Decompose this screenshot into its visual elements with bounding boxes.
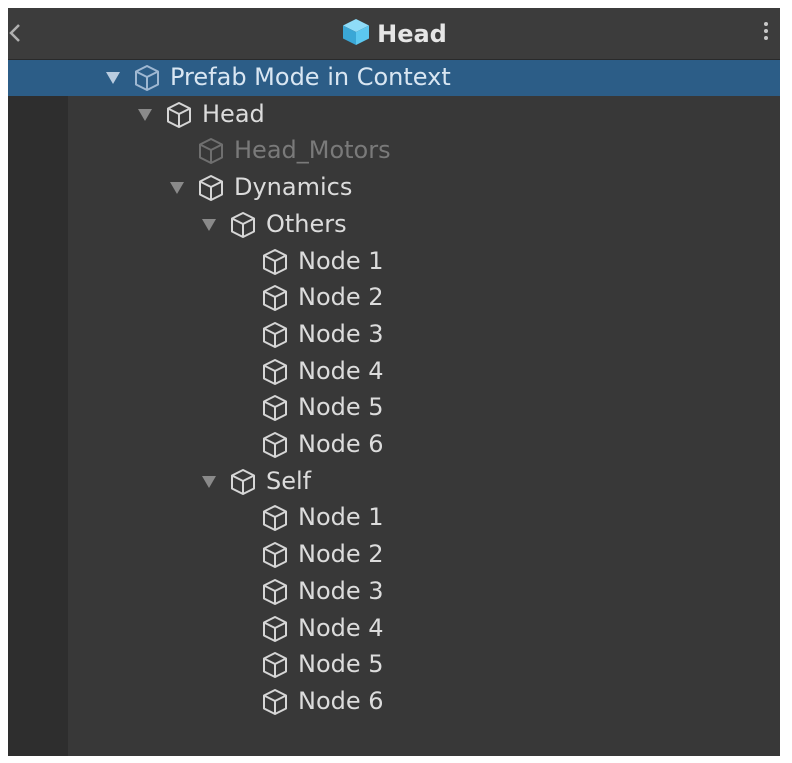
prefab-header-bar: Head <box>8 8 780 60</box>
cube-outline-icon <box>261 541 289 569</box>
tree-item-label: Node 5 <box>298 393 384 422</box>
cube-outline-icon <box>133 64 161 92</box>
tree-item[interactable]: Node 6 <box>8 684 780 720</box>
tree-item[interactable]: Dynamics <box>8 170 780 206</box>
tree-item[interactable]: Node 3 <box>8 317 780 353</box>
cube-outline-icon <box>261 504 289 532</box>
cube-outline-icon <box>261 248 289 276</box>
cube-outline-icon <box>261 578 289 606</box>
tree-item-label: Node 2 <box>298 283 384 312</box>
cube-outline-icon <box>261 284 289 312</box>
cube-outline-icon <box>229 468 257 496</box>
tree-item-label: Node 3 <box>298 319 384 348</box>
cube-outline-icon <box>261 394 289 422</box>
tree-item-label: Node 1 <box>298 503 384 532</box>
tree-item[interactable]: Node 3 <box>8 574 780 610</box>
tree-item-label: Head_Motors <box>234 136 391 165</box>
tree-item[interactable]: Self <box>8 464 780 500</box>
tree-item-label: Node 4 <box>298 356 384 385</box>
prefab-cube-icon <box>341 17 371 51</box>
cube-outline-icon <box>261 615 289 643</box>
expand-arrow-icon[interactable] <box>106 72 120 84</box>
cube-outline-icon <box>261 651 289 679</box>
tree-item[interactable]: Head <box>8 97 780 133</box>
cube-outline-icon <box>261 431 289 459</box>
header-title-group: Head <box>8 8 780 59</box>
tree-item-label: Head <box>202 99 265 128</box>
tree-item[interactable]: Node 5 <box>8 647 780 683</box>
tree-item[interactable]: Node 1 <box>8 500 780 536</box>
tree-item-label: Node 4 <box>298 613 384 642</box>
expand-arrow-icon[interactable] <box>170 182 184 195</box>
tree-item-label: Dynamics <box>234 173 353 202</box>
hierarchy-panel: Head Prefab Mode in Context Head Head_Moto… <box>8 8 780 756</box>
tree-item[interactable]: Node 4 <box>8 354 780 390</box>
tree-item[interactable]: Node 5 <box>8 390 780 426</box>
tree-item-label: Node 5 <box>298 650 384 679</box>
cube-outline-icon <box>261 688 289 716</box>
tree-item-label: Node 6 <box>298 686 384 715</box>
tree-item-label: Node 6 <box>298 430 384 458</box>
tree-item-label: Node 3 <box>298 576 384 605</box>
expand-arrow-icon[interactable] <box>138 108 152 121</box>
cube-outline-icon <box>261 358 289 386</box>
tree-item[interactable]: Node 1 <box>8 244 780 280</box>
page-title: Head <box>377 19 447 48</box>
tree-item[interactable]: Head_Motors <box>8 133 780 169</box>
tree-item-label: Self <box>266 466 312 495</box>
tree-item[interactable]: Node 4 <box>8 611 780 647</box>
expand-arrow-icon[interactable] <box>202 475 216 488</box>
cube-outline-icon <box>197 174 225 202</box>
hierarchy-tree: Prefab Mode in Context Head Head_Motors Dyn… <box>8 60 780 756</box>
tree-item[interactable]: Node 2 <box>8 280 780 316</box>
tree-item-label: Others <box>266 209 347 238</box>
cube-outline-icon <box>197 137 225 165</box>
tree-item[interactable]: Prefab Mode in Context <box>8 60 780 96</box>
tree-item[interactable]: Node 6 <box>8 427 780 463</box>
tree-item-label: Node 1 <box>298 246 384 275</box>
tree-item[interactable]: Others <box>8 207 780 243</box>
tree-item-label: Prefab Mode in Context <box>170 63 451 91</box>
cube-outline-icon <box>261 321 289 349</box>
expand-arrow-icon[interactable] <box>202 218 216 231</box>
kebab-menu-icon[interactable] <box>762 22 770 46</box>
tree-item[interactable]: Node 2 <box>8 537 780 573</box>
tree-item-label: Node 2 <box>298 540 384 569</box>
cube-outline-icon <box>229 211 257 239</box>
cube-outline-icon <box>165 101 193 129</box>
